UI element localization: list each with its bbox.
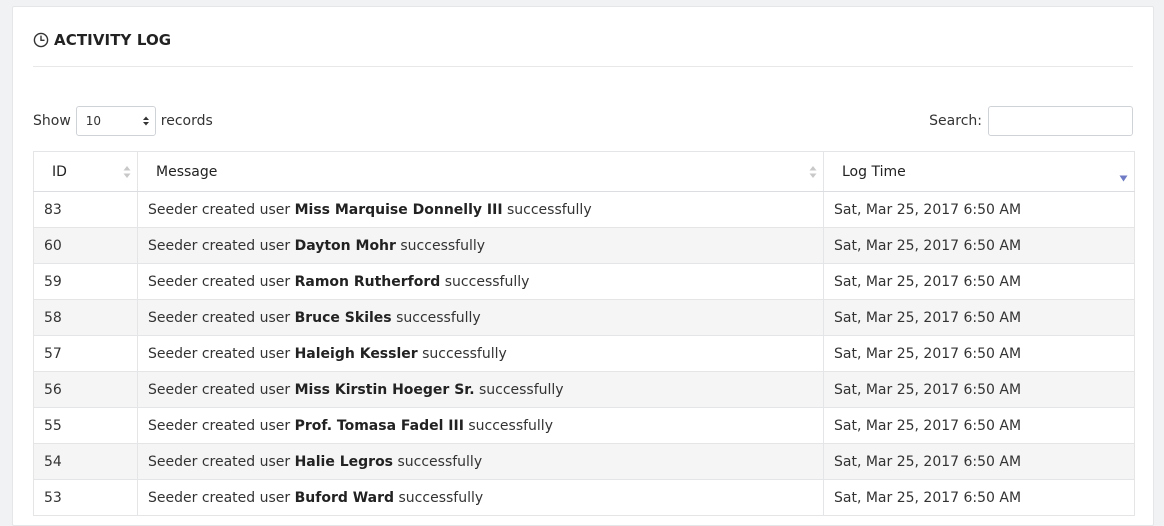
sort-both-icon bbox=[809, 165, 817, 179]
select-arrows-icon bbox=[142, 115, 150, 127]
cell-id: 83 bbox=[33, 191, 138, 228]
table-row: 53 Seeder created user Buford Ward succe… bbox=[33, 479, 1135, 516]
message-user: Prof. Tomasa Fadel III bbox=[294, 417, 464, 434]
show-label: Show bbox=[33, 113, 71, 129]
cell-message: Seeder created user Ramon Rutherford suc… bbox=[137, 263, 824, 300]
message-user: Bruce Skiles bbox=[294, 309, 392, 326]
cell-log-time: Sat, Mar 25, 2017 6:50 AM bbox=[823, 227, 1135, 264]
cell-message: Seeder created user Dayton Mohr successf… bbox=[137, 227, 824, 264]
message-suffix: successfully bbox=[391, 309, 481, 326]
message-prefix: Seeder created user bbox=[148, 453, 295, 470]
cell-log-time: Sat, Mar 25, 2017 6:50 AM bbox=[823, 191, 1135, 228]
cell-id: 55 bbox=[33, 407, 138, 444]
message-user: Buford Ward bbox=[294, 489, 395, 506]
message-suffix: successfully bbox=[440, 273, 530, 290]
message-suffix: successfully bbox=[502, 201, 592, 218]
message-suffix: successfully bbox=[463, 417, 553, 434]
activity-log-table: ID Message Log Time 83 Seeder created us… bbox=[33, 151, 1135, 516]
panel-header: ACTIVITY LOG bbox=[33, 29, 171, 51]
message-suffix: successfully bbox=[394, 489, 484, 506]
table-row: 55 Seeder created user Prof. Tomasa Fade… bbox=[33, 407, 1135, 444]
message-prefix: Seeder created user bbox=[148, 273, 295, 290]
table-row: 54 Seeder created user Halie Legros succ… bbox=[33, 443, 1135, 480]
table-row: 57 Seeder created user Haleigh Kessler s… bbox=[33, 335, 1135, 372]
clock-icon bbox=[33, 32, 49, 48]
page-length-value: 10 bbox=[85, 114, 102, 128]
table-row: 83 Seeder created user Miss Marquise Don… bbox=[33, 191, 1135, 228]
column-label-message: Message bbox=[156, 163, 218, 180]
cell-message: Seeder created user Miss Kirstin Hoeger … bbox=[137, 371, 824, 408]
search-control: Search: bbox=[929, 106, 1133, 136]
message-suffix: successfully bbox=[417, 345, 507, 362]
message-user: Miss Marquise Donnelly III bbox=[294, 201, 503, 218]
message-suffix: successfully bbox=[395, 237, 486, 254]
message-prefix: Seeder created user bbox=[148, 381, 295, 398]
message-user: Halie Legros bbox=[294, 453, 394, 470]
cell-id: 53 bbox=[33, 479, 138, 516]
cell-log-time: Sat, Mar 25, 2017 6:50 AM bbox=[823, 371, 1135, 408]
column-header-message[interactable]: Message bbox=[137, 151, 824, 192]
cell-message: Seeder created user Miss Marquise Donnel… bbox=[137, 191, 824, 228]
page-length-select[interactable]: 10 bbox=[75, 106, 156, 136]
message-user: Miss Kirstin Hoeger Sr. bbox=[294, 381, 475, 398]
cell-id: 59 bbox=[33, 263, 138, 300]
table-row: 60 Seeder created user Dayton Mohr succe… bbox=[33, 227, 1135, 264]
message-prefix: Seeder created user bbox=[148, 237, 295, 254]
message-user: Dayton Mohr bbox=[294, 237, 396, 254]
column-header-log-time[interactable]: Log Time bbox=[823, 151, 1135, 192]
message-prefix: Seeder created user bbox=[148, 309, 295, 326]
records-label: records bbox=[160, 113, 213, 129]
cell-message: Seeder created user Halie Legros success… bbox=[137, 443, 824, 480]
cell-id: 60 bbox=[33, 227, 138, 264]
table-header-row: ID Message Log Time bbox=[33, 151, 1135, 192]
cell-id: 57 bbox=[33, 335, 138, 372]
cell-id: 56 bbox=[33, 371, 138, 408]
sort-descending-icon bbox=[1119, 170, 1128, 182]
cell-id: 58 bbox=[33, 299, 138, 336]
cell-log-time: Sat, Mar 25, 2017 6:50 AM bbox=[823, 299, 1135, 336]
header-divider bbox=[33, 66, 1133, 67]
cell-message: Seeder created user Haleigh Kessler succ… bbox=[137, 335, 824, 372]
search-label: Search: bbox=[929, 113, 982, 129]
message-prefix: Seeder created user bbox=[148, 489, 295, 506]
sort-both-icon bbox=[123, 165, 131, 179]
cell-message: Seeder created user Prof. Tomasa Fadel I… bbox=[137, 407, 824, 444]
cell-log-time: Sat, Mar 25, 2017 6:50 AM bbox=[823, 407, 1135, 444]
table-row: 58 Seeder created user Bruce Skiles succ… bbox=[33, 299, 1135, 336]
cell-log-time: Sat, Mar 25, 2017 6:50 AM bbox=[823, 263, 1135, 300]
message-user: Haleigh Kessler bbox=[294, 345, 418, 362]
cell-log-time: Sat, Mar 25, 2017 6:50 AM bbox=[823, 479, 1135, 516]
message-user: Ramon Rutherford bbox=[294, 273, 441, 290]
page-length-control: Show 10 records bbox=[33, 106, 213, 136]
table-row: 56 Seeder created user Miss Kirstin Hoeg… bbox=[33, 371, 1135, 408]
column-label-log-time: Log Time bbox=[842, 163, 906, 180]
cell-log-time: Sat, Mar 25, 2017 6:50 AM bbox=[823, 335, 1135, 372]
cell-message: Seeder created user Buford Ward successf… bbox=[137, 479, 824, 516]
message-suffix: successfully bbox=[393, 453, 483, 470]
search-input[interactable] bbox=[988, 106, 1133, 136]
cell-log-time: Sat, Mar 25, 2017 6:50 AM bbox=[823, 443, 1135, 480]
cell-message: Seeder created user Bruce Skiles success… bbox=[137, 299, 824, 336]
table-row: 59 Seeder created user Ramon Rutherford … bbox=[33, 263, 1135, 300]
column-header-id[interactable]: ID bbox=[33, 151, 138, 192]
column-label-id: ID bbox=[52, 163, 67, 180]
message-prefix: Seeder created user bbox=[148, 417, 295, 434]
message-suffix: successfully bbox=[474, 381, 564, 398]
message-prefix: Seeder created user bbox=[148, 345, 295, 362]
table-body: 83 Seeder created user Miss Marquise Don… bbox=[33, 191, 1135, 516]
activity-log-panel: ACTIVITY LOG Show 10 records Search: ID … bbox=[12, 6, 1154, 526]
panel-title: ACTIVITY LOG bbox=[54, 31, 172, 49]
cell-id: 54 bbox=[33, 443, 138, 480]
message-prefix: Seeder created user bbox=[148, 201, 295, 218]
